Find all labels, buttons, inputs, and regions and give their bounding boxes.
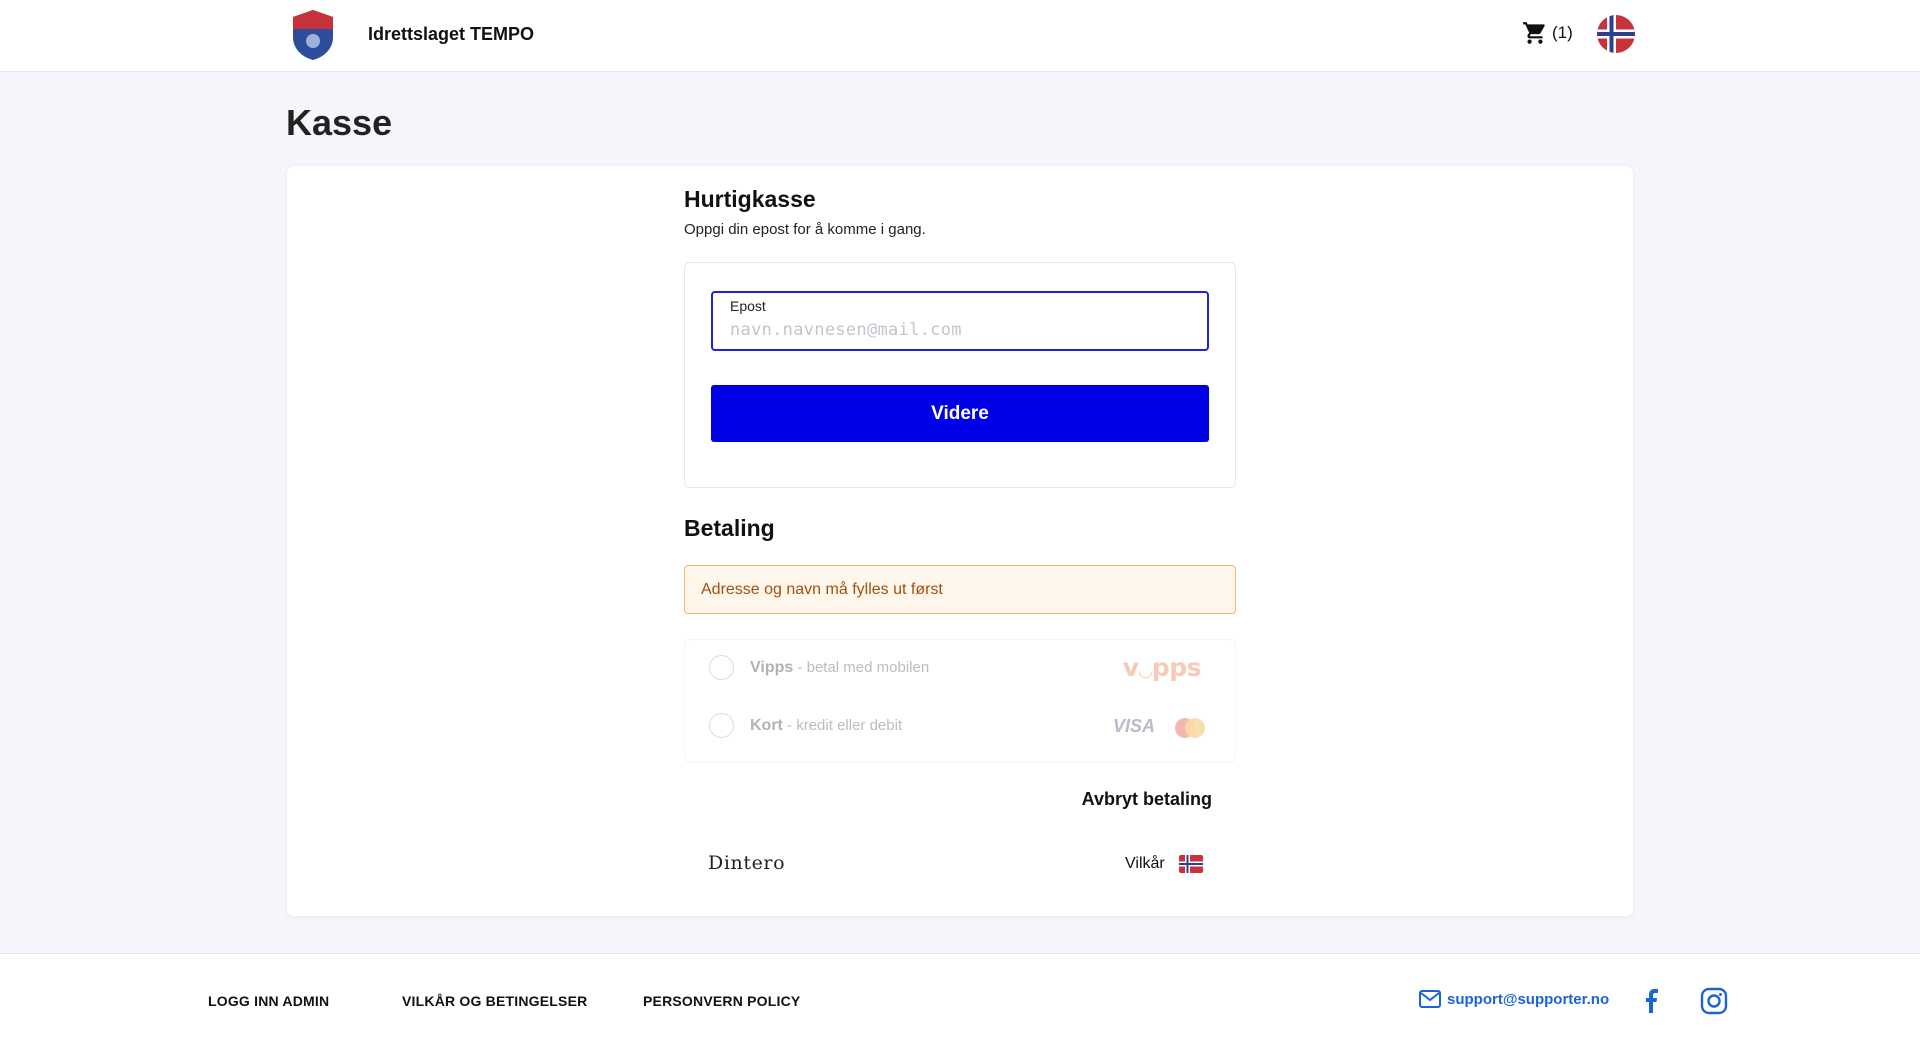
card-label: Kort - kredit eller debit [750, 717, 903, 734]
cart-count: (1) [1552, 23, 1573, 42]
shopping-cart-icon [1523, 22, 1545, 44]
card-description: - kredit eller debit [782, 717, 903, 734]
footer: LOGG INN ADMIN VILKÅR OG BETINGELSER PER… [0, 953, 1920, 1046]
payment-method-card[interactable]: Kort - kredit eller debit VISA [685, 698, 1237, 754]
vipps-radio[interactable] [709, 655, 734, 680]
facebook-icon[interactable] [1639, 987, 1667, 1015]
email-input[interactable] [730, 320, 1190, 340]
club-logo-icon[interactable] [291, 9, 335, 61]
dintero-logo[interactable]: Dintero [708, 852, 785, 874]
footer-link-privacy[interactable]: PERSONVERN POLICY [643, 993, 800, 1009]
email-label: Epost [730, 298, 766, 314]
express-checkout-box: Epost Videre [684, 262, 1236, 488]
page-title: Kasse [286, 102, 393, 143]
support-email-link[interactable]: support@supporter.no [1419, 990, 1609, 1008]
express-checkout-title: Hurtigkasse [684, 186, 816, 212]
continue-button[interactable]: Videre [711, 385, 1209, 442]
norway-flag-icon[interactable] [1597, 15, 1635, 53]
card-radio[interactable] [709, 713, 734, 738]
support-email: support@supporter.no [1447, 990, 1610, 1008]
vipps-logo-icon: v◡pps [1122, 653, 1202, 682]
payment-method-vipps[interactable]: Vipps - betal med mobilen v◡pps [685, 640, 1237, 696]
terms-link[interactable]: Vilkår [1125, 855, 1165, 873]
vipps-description: - betal med mobilen [793, 659, 930, 676]
cancel-payment-button[interactable]: Avbryt betaling [1060, 789, 1212, 810]
payment-methods: Vipps - betal med mobilen v◡pps Kort - k… [684, 639, 1236, 763]
mastercard-logo-icon [1175, 718, 1205, 738]
email-field[interactable]: Epost [711, 291, 1209, 351]
cart-button[interactable]: (1) [1522, 20, 1573, 46]
express-checkout-subtitle: Oppgi din epost for å komme i gang. [684, 221, 926, 238]
mail-icon [1419, 990, 1441, 1008]
payment-warning: Adresse og navn må fylles ut først [684, 565, 1236, 614]
club-name[interactable]: Idrettslaget TEMPO [368, 24, 534, 45]
footer-link-admin-login[interactable]: LOGG INN ADMIN [208, 993, 329, 1009]
visa-logo-icon: VISA [1113, 716, 1156, 736]
top-bar: Idrettslaget TEMPO (1) [0, 0, 1920, 72]
instagram-icon[interactable] [1700, 987, 1728, 1015]
payment-title: Betaling [684, 515, 775, 541]
vipps-label: Vipps - betal med mobilen [750, 659, 930, 676]
footer-link-terms[interactable]: VILKÅR OG BETINGELSER [402, 993, 587, 1009]
norway-flag-icon[interactable] [1179, 855, 1203, 873]
